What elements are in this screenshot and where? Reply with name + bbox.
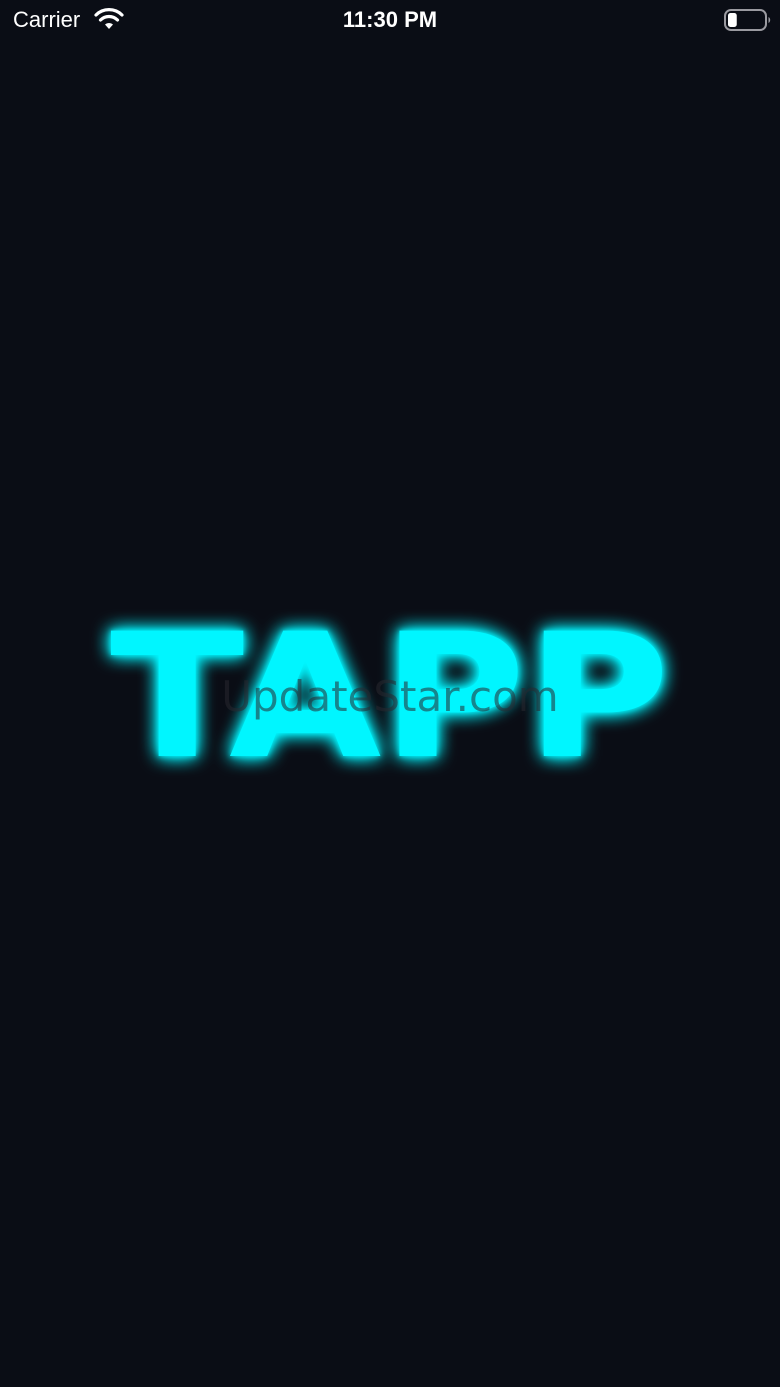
status-bar: Carrier 11:30 PM: [0, 0, 780, 42]
clock: 11:30 PM: [342, 7, 438, 32]
battery-icon: [724, 9, 771, 31]
watermark-text: UpdateStar.com: [221, 672, 559, 721]
